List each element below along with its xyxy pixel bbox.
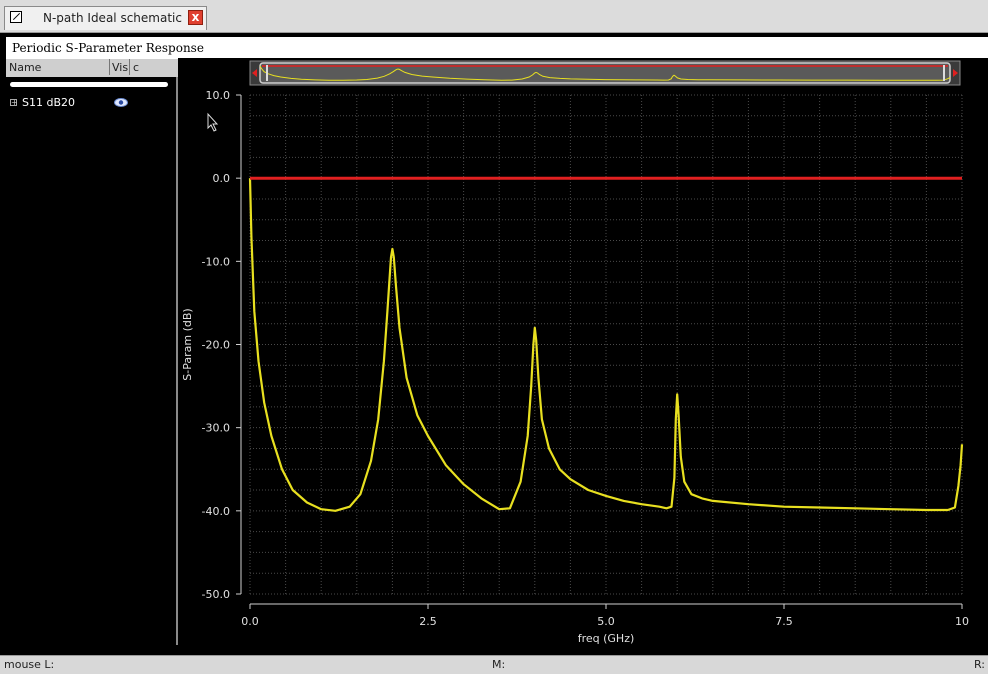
y-tick-label: -20.0 (202, 339, 230, 352)
y-tick-label: 10.0 (206, 89, 231, 102)
status-bar: mouse L: M: R: (0, 655, 988, 674)
legend-col-vis[interactable]: Vis (112, 59, 128, 77)
x-tick-label: 2.5 (419, 615, 437, 628)
chart-background (178, 58, 988, 655)
status-mouse-m: M: (492, 658, 506, 671)
trace-legend: Name Vis c + S11 dB20 (6, 59, 178, 645)
legend-col-color[interactable]: c (133, 59, 139, 77)
y-axis-label: S-Param (dB) (181, 308, 194, 380)
legend-col-name[interactable]: Name (9, 59, 41, 77)
x-tick-label: 0.0 (241, 615, 259, 628)
legend-trace-row[interactable]: + S11 dB20 (8, 95, 172, 111)
plot-title: Periodic S-Parameter Response (6, 37, 988, 59)
tab-label: N-path Ideal schematic (43, 11, 182, 25)
x-tick-label: 5.0 (597, 615, 615, 628)
y-tick-label: -10.0 (202, 255, 230, 268)
overview-right-handle (943, 65, 945, 81)
y-tick-label: -40.0 (202, 505, 230, 518)
x-tick-label: 7.5 (775, 615, 793, 628)
close-icon[interactable]: x (188, 10, 203, 25)
trace-label: S11 dB20 (22, 96, 76, 109)
expand-icon[interactable]: + (10, 99, 18, 107)
x-axis-label: freq (GHz) (578, 632, 635, 645)
legend-scrollbar[interactable] (10, 82, 168, 87)
y-tick-label: -50.0 (202, 588, 230, 601)
tab-bar: N-path Ideal schematic x (0, 0, 988, 33)
legend-header: Name Vis c (6, 59, 178, 77)
status-mouse-r: R: (974, 658, 986, 671)
eye-icon[interactable] (114, 98, 128, 107)
status-mouse-l: mouse L: (4, 658, 55, 671)
overview-left-handle (266, 65, 268, 81)
schematic-icon (10, 11, 22, 23)
overview-strip (249, 60, 961, 86)
y-tick-label: 0.0 (213, 172, 231, 185)
x-tick-label: 10 (955, 615, 969, 628)
chart-area[interactable]: 10.0 0.0 -10.0 -20.0 -30.0 -40.0 -50.0 0.0 2.5 5.… (178, 58, 988, 655)
y-tick-label: -30.0 (202, 422, 230, 435)
tab-n-path-schematic[interactable]: N-path Ideal schematic x (4, 6, 207, 30)
